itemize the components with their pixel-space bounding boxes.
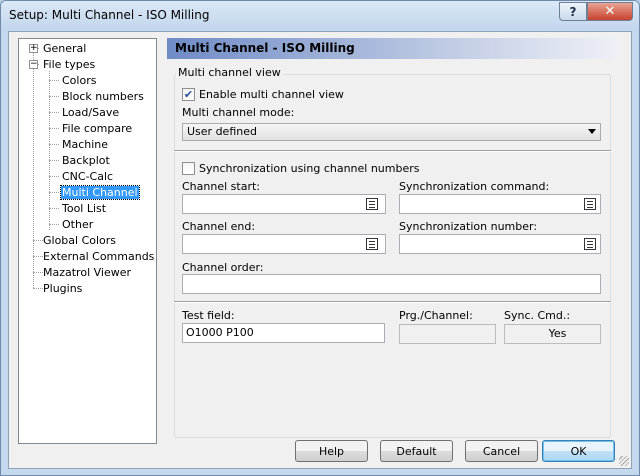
close-icon[interactable]: ✕ (587, 2, 633, 21)
tree-item-tool-list[interactable]: Tool List (62, 201, 106, 216)
tree-item-label: Block numbers (62, 90, 144, 103)
tree-connector (49, 176, 59, 177)
tree-connector (33, 288, 43, 289)
prg-channel-label: Prg./Channel: (399, 309, 473, 322)
settings-tree[interactable]: + − General File types Colors Block numb… (18, 38, 157, 444)
tree-connector (49, 160, 59, 161)
sync-channel-numbers-checkbox[interactable] (182, 162, 195, 175)
tree-connector-file-types (49, 71, 50, 230)
divider (174, 150, 611, 152)
tree-item-label: General (43, 42, 87, 55)
tree-item-global-colors[interactable]: Global Colors (43, 233, 116, 248)
help-button[interactable]: Help (295, 440, 368, 462)
channel-start-input[interactable] (182, 194, 386, 214)
tree-item-machine[interactable]: Machine (62, 137, 108, 152)
divider (174, 301, 611, 303)
cancel-button[interactable]: Cancel (465, 440, 538, 462)
tree-item-file-types[interactable]: File types (43, 57, 95, 72)
tree-connector (49, 112, 59, 113)
panel-title: Multi Channel - ISO Milling (175, 41, 355, 55)
tree-item-file-compare[interactable]: File compare (62, 121, 132, 136)
tree-connector (49, 80, 59, 81)
edit-list-icon[interactable] (584, 198, 596, 210)
channel-end-input[interactable] (182, 234, 386, 254)
channel-order-label: Channel order: (182, 261, 264, 274)
tree-item-label: Load/Save (62, 106, 120, 119)
test-field-input[interactable]: O1000 P100 (182, 323, 385, 343)
edit-list-icon[interactable] (366, 238, 378, 250)
tree-item-label: CNC-Calc (62, 170, 114, 183)
group-label: Multi channel view (176, 66, 283, 79)
window-title: Setup: Multi Channel - ISO Milling (9, 8, 210, 22)
sync-number-input[interactable] (399, 234, 601, 254)
tree-connector (49, 192, 59, 193)
sync-cmd-label: Sync. Cmd.: (504, 309, 571, 322)
tree-connector (33, 240, 43, 241)
tree-item-colors[interactable]: Colors (62, 73, 96, 88)
tree-item-load-save[interactable]: Load/Save (62, 105, 119, 120)
tree-connector (33, 256, 43, 257)
help-icon[interactable]: ? (559, 2, 587, 21)
tree-item-label: Multi Channel (60, 185, 140, 200)
multi-channel-mode-select[interactable]: User defined (182, 123, 601, 141)
sync-cmd-value: Yes (504, 324, 601, 344)
tree-connector (33, 272, 43, 273)
default-button[interactable]: Default (380, 440, 453, 462)
tree-item-label: File types (43, 58, 96, 71)
tree-item-label: Global Colors (43, 234, 117, 247)
dialog-client-area: + − General File types Colors Block numb… (8, 31, 632, 469)
edit-list-icon[interactable] (584, 238, 596, 250)
channel-end-label: Channel end: (182, 220, 256, 233)
tree-item-multi-channel[interactable]: Multi Channel (60, 185, 140, 200)
tree-connector (49, 224, 59, 225)
tree-item-general[interactable]: General (43, 41, 86, 56)
panel-header: Multi Channel - ISO Milling (167, 38, 617, 59)
tree-item-other[interactable]: Other (62, 217, 93, 232)
tree-item-backplot[interactable]: Backplot (62, 153, 110, 168)
setup-dialog: Setup: Multi Channel - ISO Milling ? ✕ +… (0, 0, 640, 476)
tree-item-label: File compare (62, 122, 133, 135)
sync-channel-numbers-label: Synchronization using channel numbers (199, 162, 420, 175)
mode-label: Multi channel mode: (182, 106, 295, 119)
tree-item-block-numbers[interactable]: Block numbers (62, 89, 144, 104)
tree-item-plugins[interactable]: Plugins (43, 281, 82, 296)
tree-item-cnc-calc[interactable]: CNC-Calc (62, 169, 113, 184)
tree-item-label: Plugins (43, 282, 83, 295)
tree-connector (49, 144, 59, 145)
tree-item-label: Tool List (62, 202, 107, 215)
enable-multi-channel-label: Enable multi channel view (199, 88, 344, 101)
tree-collapse-icon[interactable]: − (29, 60, 38, 69)
tree-item-mazatrol-viewer[interactable]: Mazatrol Viewer (43, 265, 131, 280)
sync-command-label: Synchronization command: (399, 180, 550, 193)
channel-order-input[interactable] (182, 274, 601, 294)
tree-expand-icon[interactable]: + (29, 44, 38, 53)
tree-connector (49, 128, 59, 129)
edit-list-icon[interactable] (366, 198, 378, 210)
tree-item-label: Machine (62, 138, 109, 151)
chevron-down-icon (588, 129, 596, 134)
mode-value: User defined (187, 125, 257, 138)
tree-item-label: Backplot (62, 154, 110, 167)
tree-item-label: Other (62, 218, 94, 231)
tree-item-label: Colors (62, 74, 97, 87)
ok-button[interactable]: OK (542, 440, 615, 462)
test-field-label: Test field: (182, 309, 235, 322)
sync-command-input[interactable] (399, 194, 601, 214)
sync-number-label: Synchronization number: (399, 220, 538, 233)
resize-grip[interactable] (619, 456, 629, 466)
tree-connector-root (33, 48, 34, 288)
title-bar[interactable]: Setup: Multi Channel - ISO Milling ? ✕ (1, 1, 639, 31)
tree-connector (49, 96, 59, 97)
tree-item-label: Mazatrol Viewer (43, 266, 132, 279)
tree-connector (49, 208, 59, 209)
tree-item-external-commands[interactable]: External Commands (43, 249, 154, 264)
channel-start-label: Channel start: (182, 180, 260, 193)
enable-multi-channel-checkbox[interactable]: ✔ (182, 88, 195, 101)
tree-item-label: External Commands (43, 250, 155, 263)
prg-channel-value (399, 324, 496, 344)
